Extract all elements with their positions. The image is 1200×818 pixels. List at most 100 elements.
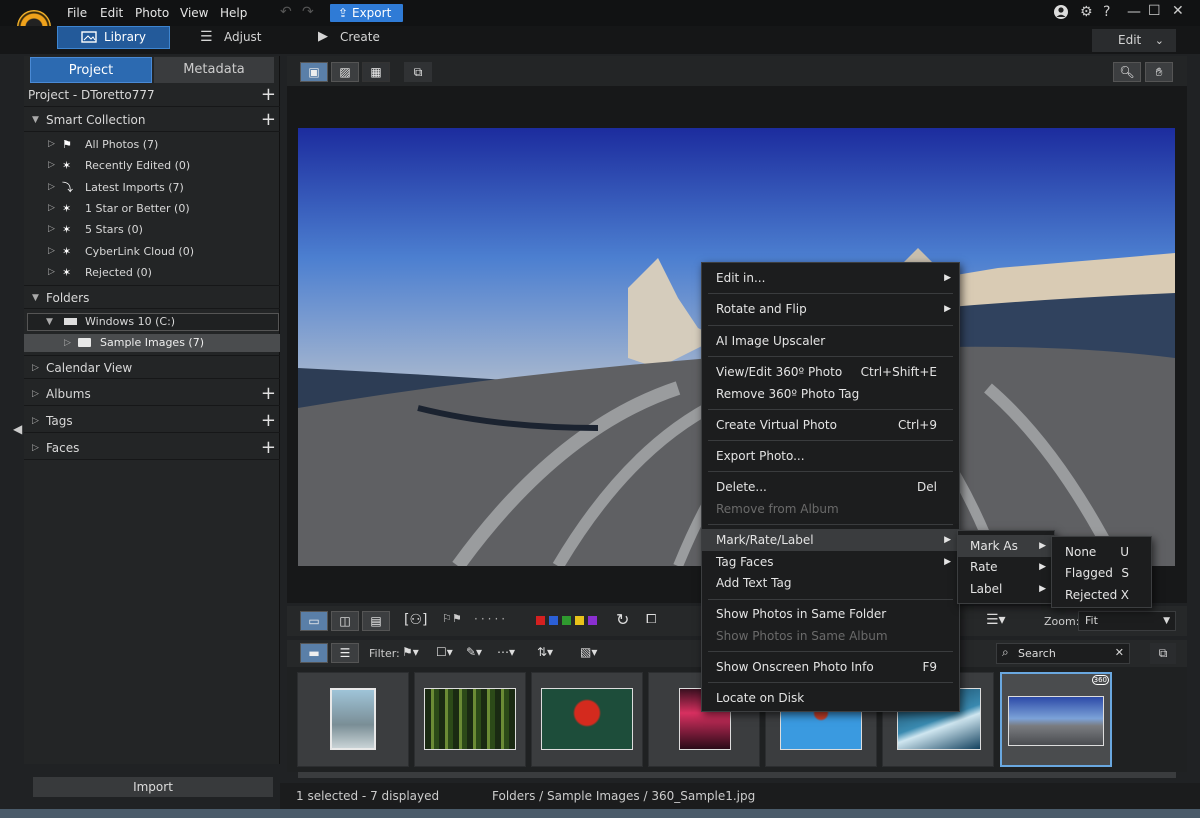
label-filter-icon[interactable]: ☐▾ <box>436 645 453 659</box>
sort-order-icon[interactable]: ⇅▾ <box>537 645 553 659</box>
menu-item-rotate-flip[interactable]: Rotate and Flip ▶ <box>702 298 959 320</box>
list-item[interactable]: ▷ ✶ 1 Star or Better (0) <box>24 198 280 219</box>
add-album-icon[interactable]: + <box>261 382 276 406</box>
menu-item-tag-faces[interactable]: Tag Faces ▶ <box>702 551 959 573</box>
menu-item-mark-rate-label[interactable]: Mark/Rate/Label ▶ <box>702 529 959 551</box>
calendar-view-header[interactable]: ▷ Calendar View <box>24 355 280 379</box>
edit-dropdown[interactable]: Edit ⌄ <box>1092 29 1176 52</box>
maximize-icon[interactable]: ☐ <box>1148 3 1161 19</box>
label-red[interactable] <box>536 616 545 625</box>
thumbnail-selected[interactable]: 360 <box>1000 672 1112 767</box>
tab-metadata[interactable]: Metadata <box>154 57 274 83</box>
full-view-icon[interactable]: ▨ <box>331 62 359 82</box>
popout-icon[interactable]: ⧉ <box>1150 643 1176 664</box>
help-icon[interactable]: ? <box>1103 4 1110 20</box>
list-item[interactable]: ▷ ✶ 5 Stars (0) <box>24 219 280 240</box>
minimize-icon[interactable]: — <box>1127 4 1141 20</box>
faces-header[interactable]: ▷ Faces + <box>24 436 280 460</box>
menu-shortcut: F9 <box>922 660 937 674</box>
label-yellow[interactable] <box>575 616 584 625</box>
compare-view-icon[interactable]: ⧉ <box>404 62 432 82</box>
tab-adjust[interactable]: ☰ Adjust <box>200 29 262 45</box>
collapse-panel-icon[interactable]: ◀ <box>13 422 22 436</box>
flag-filter-icon[interactable]: ⚑▾ <box>402 645 419 659</box>
add-face-icon[interactable]: + <box>261 436 276 460</box>
add-smart-collection-icon[interactable]: + <box>261 108 276 132</box>
smart-collection-header[interactable]: ▼ Smart Collection + <box>24 108 280 132</box>
add-project-icon[interactable]: + <box>261 83 276 107</box>
thumbnail[interactable] <box>297 672 409 767</box>
zoom-select[interactable]: Fit ▼ <box>1078 611 1176 631</box>
tags-header[interactable]: ▷ Tags + <box>24 409 280 433</box>
list-item[interactable]: ▷ ✶ Recently Edited (0) <box>24 155 280 176</box>
clear-search-icon[interactable]: ✕ <box>1115 646 1124 659</box>
albums-header[interactable]: ▷ Albums + <box>24 382 280 406</box>
menu-photo[interactable]: Photo <box>135 6 169 20</box>
menu-item-rejected[interactable]: Rejected X <box>1052 584 1151 606</box>
menu-item-locate-disk[interactable]: Locate on Disk <box>702 687 959 709</box>
list-item[interactable]: ▷ ✶ CyberLink Cloud (0) <box>24 241 280 262</box>
list-item[interactable]: ▷ ⚑ All Photos (7) <box>24 134 280 155</box>
list-item[interactable]: ▷ ⤵ Latest Imports (7) <box>24 177 280 198</box>
tab-library[interactable]: Library <box>57 26 170 49</box>
menu-item-view-360[interactable]: View/Edit 360º Photo Ctrl+Shift+E <box>702 361 959 383</box>
menu-item-same-folder[interactable]: Show Photos in Same Folder <box>702 603 959 625</box>
menu-edit[interactable]: Edit <box>100 6 123 20</box>
label-blue[interactable] <box>549 616 558 625</box>
undo-icon[interactable]: ↶ <box>280 4 292 20</box>
menu-item-mark-as[interactable]: Mark As ▶ <box>958 535 1054 557</box>
grid-view-icon[interactable]: ▦ <box>362 62 390 82</box>
menu-item-delete[interactable]: Delete... Del <box>702 476 959 498</box>
list-view-icon[interactable]: ☰ <box>331 643 359 663</box>
thumbnail[interactable] <box>414 672 526 767</box>
menu-item-onscreen-info[interactable]: Show Onscreen Photo Info F9 <box>702 656 959 678</box>
grid-layout-icon[interactable]: ▤ <box>362 611 390 631</box>
tab-create[interactable]: ▶ Create <box>318 29 380 44</box>
menu-item-ai-upscaler[interactable]: AI Image Upscaler <box>702 330 959 352</box>
list-item[interactable]: ▷ ✶ Rejected (0) <box>24 262 280 283</box>
menu-item-label-sub[interactable]: Label ▶ <box>958 578 1054 600</box>
folder-sample-images[interactable]: ▷ Sample Images (7) <box>24 334 280 352</box>
tab-project[interactable]: Project <box>30 57 152 83</box>
rating-filter-icon[interactable]: ⋯▾ <box>497 645 515 659</box>
search-input[interactable]: ⌕ Search ✕ <box>996 643 1130 664</box>
menu-item-export-photo[interactable]: Export Photo... <box>702 445 959 467</box>
menu-help[interactable]: Help <box>220 6 247 20</box>
rotate-icon[interactable]: ↻ <box>616 610 629 629</box>
export-button[interactable]: ⇪ Export <box>330 4 403 22</box>
hand-tool-icon[interactable]: ✋︎ <box>1145 62 1173 82</box>
menu-item-none[interactable]: None U <box>1052 541 1151 563</box>
import-button[interactable]: Import <box>33 777 273 797</box>
menu-item-edit-in[interactable]: Edit in... ▶ <box>702 267 959 289</box>
folder-drive[interactable]: ▼ Windows 10 (C:) <box>27 313 279 331</box>
sort-icon[interactable]: ☰▾ <box>986 612 1006 628</box>
menu-item-flagged[interactable]: Flagged S <box>1052 562 1151 584</box>
thumbnail-view-icon[interactable]: ▬ <box>300 643 328 663</box>
menu-view[interactable]: View <box>180 6 208 20</box>
label-green[interactable] <box>562 616 571 625</box>
thumbnail[interactable] <box>531 672 643 767</box>
stack-icon[interactable]: ▧▾ <box>580 645 597 659</box>
menu-item-rate[interactable]: Rate ▶ <box>958 556 1054 578</box>
face-tag-icon[interactable]: [⚇] <box>404 612 427 628</box>
label-purple[interactable] <box>588 616 597 625</box>
menu-file[interactable]: File <box>67 6 87 20</box>
menu-item-create-virtual[interactable]: Create Virtual Photo Ctrl+9 <box>702 414 959 436</box>
redo-icon[interactable]: ↷ <box>302 4 314 20</box>
zoom-tool-icon[interactable]: 🔍︎ <box>1113 62 1141 82</box>
single-view-icon[interactable]: ▣ <box>300 62 328 82</box>
compare-layout-icon[interactable]: ◫ <box>331 611 359 631</box>
filmstrip-scrollbar[interactable] <box>298 772 1176 778</box>
add-tag-icon[interactable]: + <box>261 409 276 433</box>
menu-item-add-text-tag[interactable]: Add Text Tag <box>702 572 959 594</box>
flag-icon[interactable]: ⚐⚑ <box>442 612 462 625</box>
filmstrip-layout-icon[interactable]: ▭ <box>300 611 328 631</box>
crop-icon[interactable]: ⧠ <box>646 612 656 627</box>
edit-filter-icon[interactable]: ✎▾ <box>466 645 482 659</box>
settings-icon[interactable]: ⚙ <box>1080 4 1093 20</box>
folders-header[interactable]: ▼ Folders <box>24 285 280 309</box>
account-icon[interactable] <box>1053 4 1069 24</box>
close-icon[interactable]: ✕ <box>1172 3 1184 19</box>
menu-item-remove-360-tag[interactable]: Remove 360º Photo Tag <box>702 383 959 405</box>
rating-dots[interactable]: ····· <box>474 612 508 626</box>
